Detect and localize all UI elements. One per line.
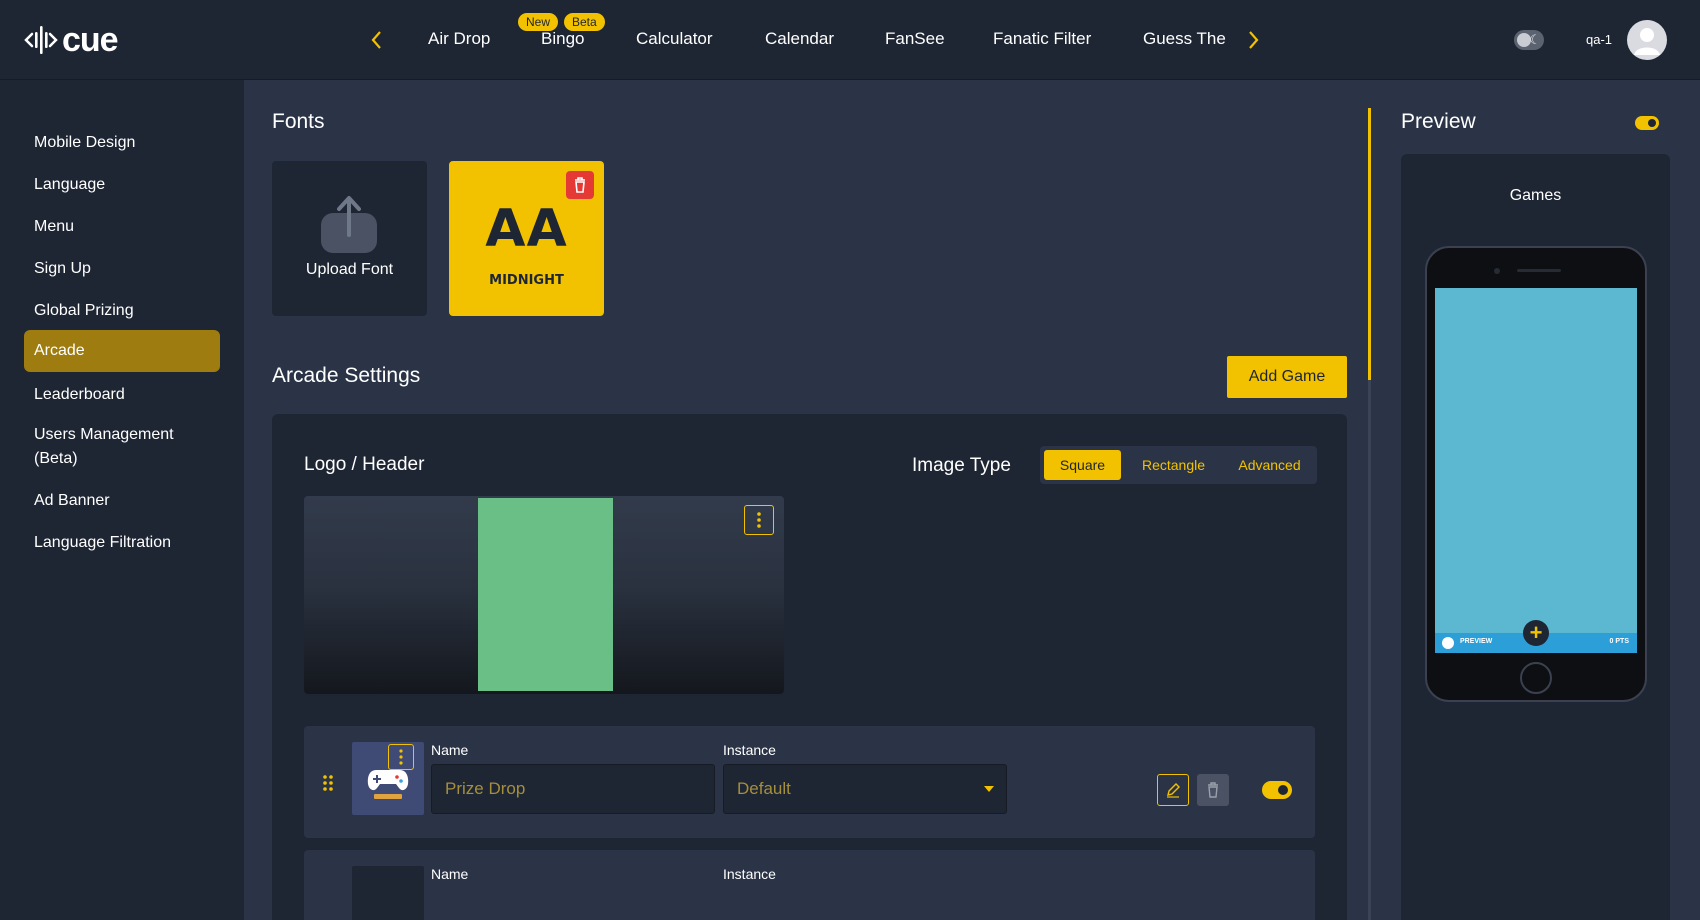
edit-game-button[interactable] <box>1157 774 1189 806</box>
game-enabled-toggle[interactable] <box>1262 781 1292 799</box>
upload-font-label: Upload Font <box>305 261 394 278</box>
logo-header-image <box>478 498 613 691</box>
sidebar-item-language[interactable]: Language <box>24 173 220 197</box>
tab-guess-the[interactable]: Guess The <box>1143 29 1226 49</box>
arcade-settings-title: Arcade Settings <box>272 364 421 387</box>
tab-fanatic-filter[interactable]: Fanatic Filter <box>993 29 1091 49</box>
logo-options-button[interactable] <box>744 505 774 535</box>
trash-icon <box>1208 782 1218 798</box>
tab-fansee[interactable]: FanSee <box>885 29 945 49</box>
bar-avatar <box>1442 637 1454 649</box>
preview-toggle[interactable] <box>1635 116 1659 130</box>
preview-screen-title: Games <box>1509 187 1562 204</box>
toggle-knob <box>1648 119 1656 127</box>
top-navigation-bar: cue Air Drop New Beta Bingo Calculator C… <box>0 0 1700 80</box>
tab-calendar[interactable]: Calendar <box>765 29 834 49</box>
sidebar-item-global-prizing[interactable]: Global Prizing <box>24 299 220 323</box>
phone-mockup: PREVIEW + 0 PTS <box>1425 246 1647 702</box>
game-thumbnail <box>352 866 424 920</box>
nav-prev-button[interactable] <box>366 27 388 53</box>
avatar-icon <box>1634 28 1660 55</box>
instance-label: Instance <box>723 742 776 758</box>
preview-title: Preview <box>1401 110 1476 133</box>
sidebar-item-sign-up[interactable]: Sign Up <box>24 257 220 281</box>
theme-toggle[interactable]: ☾ <box>1514 30 1544 50</box>
toggle-knob <box>1278 785 1288 795</box>
phone-camera <box>1494 268 1500 274</box>
image-type-advanced[interactable]: Advanced <box>1226 450 1313 480</box>
scrollbar-track[interactable] <box>1368 108 1371 920</box>
image-type-rectangle[interactable]: Rectangle <box>1125 450 1222 480</box>
brand-logo[interactable]: cue <box>24 20 119 60</box>
bar-right-text: 0 PTS <box>1609 638 1629 645</box>
delete-game-button[interactable] <box>1197 774 1229 806</box>
tab-calculator[interactable]: Calculator <box>636 29 713 49</box>
logo-header-label: Logo / Header <box>304 454 425 475</box>
game-row: Name Prize Drop Instance Default <box>304 726 1315 838</box>
sidebar-item-users-management[interactable]: Users Management (Beta) <box>24 423 214 471</box>
tab-air-drop[interactable]: Air Drop <box>428 29 490 49</box>
image-type-square[interactable]: Square <box>1044 450 1121 480</box>
cue-logo-icon <box>24 26 58 54</box>
drag-handle[interactable] <box>322 774 334 792</box>
font-card-midnight[interactable]: AA MIDNIGHT <box>449 161 604 316</box>
game-name-field[interactable]: Prize Drop <box>431 764 715 814</box>
bar-left-text: PREVIEW <box>1460 638 1493 645</box>
kebab-menu-icon <box>757 512 761 528</box>
user-name: qa-1 <box>1586 32 1613 47</box>
delete-font-button[interactable] <box>566 171 594 199</box>
nav-next-button[interactable] <box>1242 27 1264 53</box>
moon-icon: ☾ <box>1529 32 1541 47</box>
arcade-settings-panel: Logo / Header Image Type Square Rectangl… <box>272 414 1347 920</box>
name-label: Name <box>431 866 469 882</box>
preview-panel: Games PREVIEW + 0 PTS <box>1401 154 1670 920</box>
logo-header-preview <box>304 496 784 694</box>
trash-icon <box>575 177 585 193</box>
main-content: Fonts Upload Font AA MIDNIGHT Arcade Set… <box>244 80 1700 920</box>
sidebar-item-arcade[interactable]: Arcade <box>24 330 220 372</box>
upload-icon <box>321 196 377 253</box>
upload-font-card[interactable]: Upload Font <box>272 161 427 316</box>
thumbnail-options-button[interactable] <box>388 744 414 770</box>
font-name: MIDNIGHT <box>489 273 564 288</box>
image-type-label: Image Type <box>912 455 1011 476</box>
font-sample: AA <box>485 199 568 259</box>
sidebar-item-ad-banner[interactable]: Ad Banner <box>24 489 220 513</box>
sidebar-item-leaderboard[interactable]: Leaderboard <box>24 383 220 407</box>
instance-selected-value: Default <box>737 779 791 798</box>
caret-down-icon <box>984 786 994 792</box>
sidebar-item-language-filtration[interactable]: Language Filtration <box>24 531 220 555</box>
screen-bottom-bar: PREVIEW + 0 PTS <box>1435 620 1637 653</box>
phone-home-button <box>1520 662 1552 694</box>
fonts-title: Fonts <box>272 110 325 133</box>
scrollbar-thumb[interactable] <box>1368 108 1371 380</box>
chevron-left-icon <box>371 31 381 49</box>
image-type-selector: Square Rectangle Advanced <box>1040 446 1317 484</box>
phone-screen: PREVIEW + 0 PTS <box>1435 288 1637 653</box>
sidebar-item-menu[interactable]: Menu <box>24 215 220 239</box>
instance-select[interactable]: Default <box>723 764 1007 814</box>
name-label: Name <box>431 742 469 758</box>
add-game-button[interactable]: Add Game <box>1227 356 1347 398</box>
sidebar: Mobile Design Language Menu Sign Up Glob… <box>0 80 244 920</box>
game-row: Name Instance <box>304 850 1315 920</box>
instance-label: Instance <box>723 866 776 882</box>
sidebar-item-mobile-design[interactable]: Mobile Design <box>24 131 220 155</box>
phone-speaker <box>1517 269 1561 272</box>
kebab-menu-icon <box>399 749 403 765</box>
tab-bingo[interactable]: Bingo <box>541 29 584 49</box>
drag-handle-icon <box>323 775 333 791</box>
brand-name: cue <box>62 20 119 59</box>
pencil-icon <box>1167 783 1180 798</box>
chevron-right-icon <box>1249 31 1259 49</box>
game-thumbnail <box>352 742 424 815</box>
plus-icon: + <box>1523 620 1549 646</box>
avatar[interactable] <box>1627 20 1667 60</box>
